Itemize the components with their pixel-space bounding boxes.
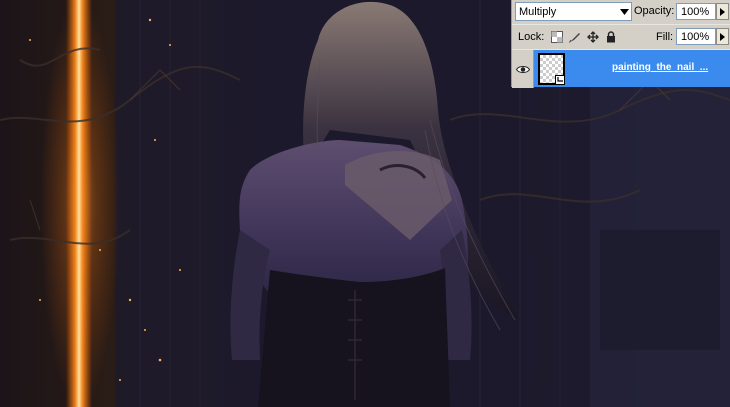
layer-visibility-toggle[interactable] [512, 50, 534, 88]
clipping-mask-icon [555, 75, 565, 85]
opacity-input[interactable]: 100% [676, 3, 716, 20]
lock-label: Lock: [518, 31, 545, 43]
fill-slider-button[interactable] [716, 28, 729, 45]
fill-label: Fill: [656, 31, 674, 43]
lock-image-pixels-icon[interactable] [568, 30, 581, 43]
opacity-slider-button[interactable] [716, 3, 729, 20]
fill-input[interactable]: 100% [676, 28, 716, 45]
blend-mode-dropdown[interactable]: Multiply [515, 2, 632, 21]
blend-opacity-row: Multiply Opacity: 100% [512, 0, 730, 24]
arrow-right-icon [720, 7, 725, 16]
layers-panel: Multiply Opacity: 100% Lock: Fill: 100% [511, 0, 730, 88]
blend-mode-value: Multiply [519, 5, 557, 18]
lock-position-icon[interactable] [586, 30, 599, 43]
lock-transparent-pixels-icon[interactable] [550, 30, 563, 43]
chevron-down-icon [617, 3, 631, 20]
lock-all-icon[interactable] [604, 30, 617, 43]
opacity-label: Opacity: [634, 5, 675, 17]
eye-icon [515, 65, 530, 73]
layer-row-selected[interactable]: painting_the_nail_... [512, 49, 730, 88]
layer-name[interactable]: painting_the_nail_... [612, 62, 708, 73]
layer-thumbnail[interactable] [538, 53, 565, 85]
arrow-right-icon [720, 32, 725, 41]
lock-fill-row: Lock: Fill: 100% [512, 24, 730, 48]
